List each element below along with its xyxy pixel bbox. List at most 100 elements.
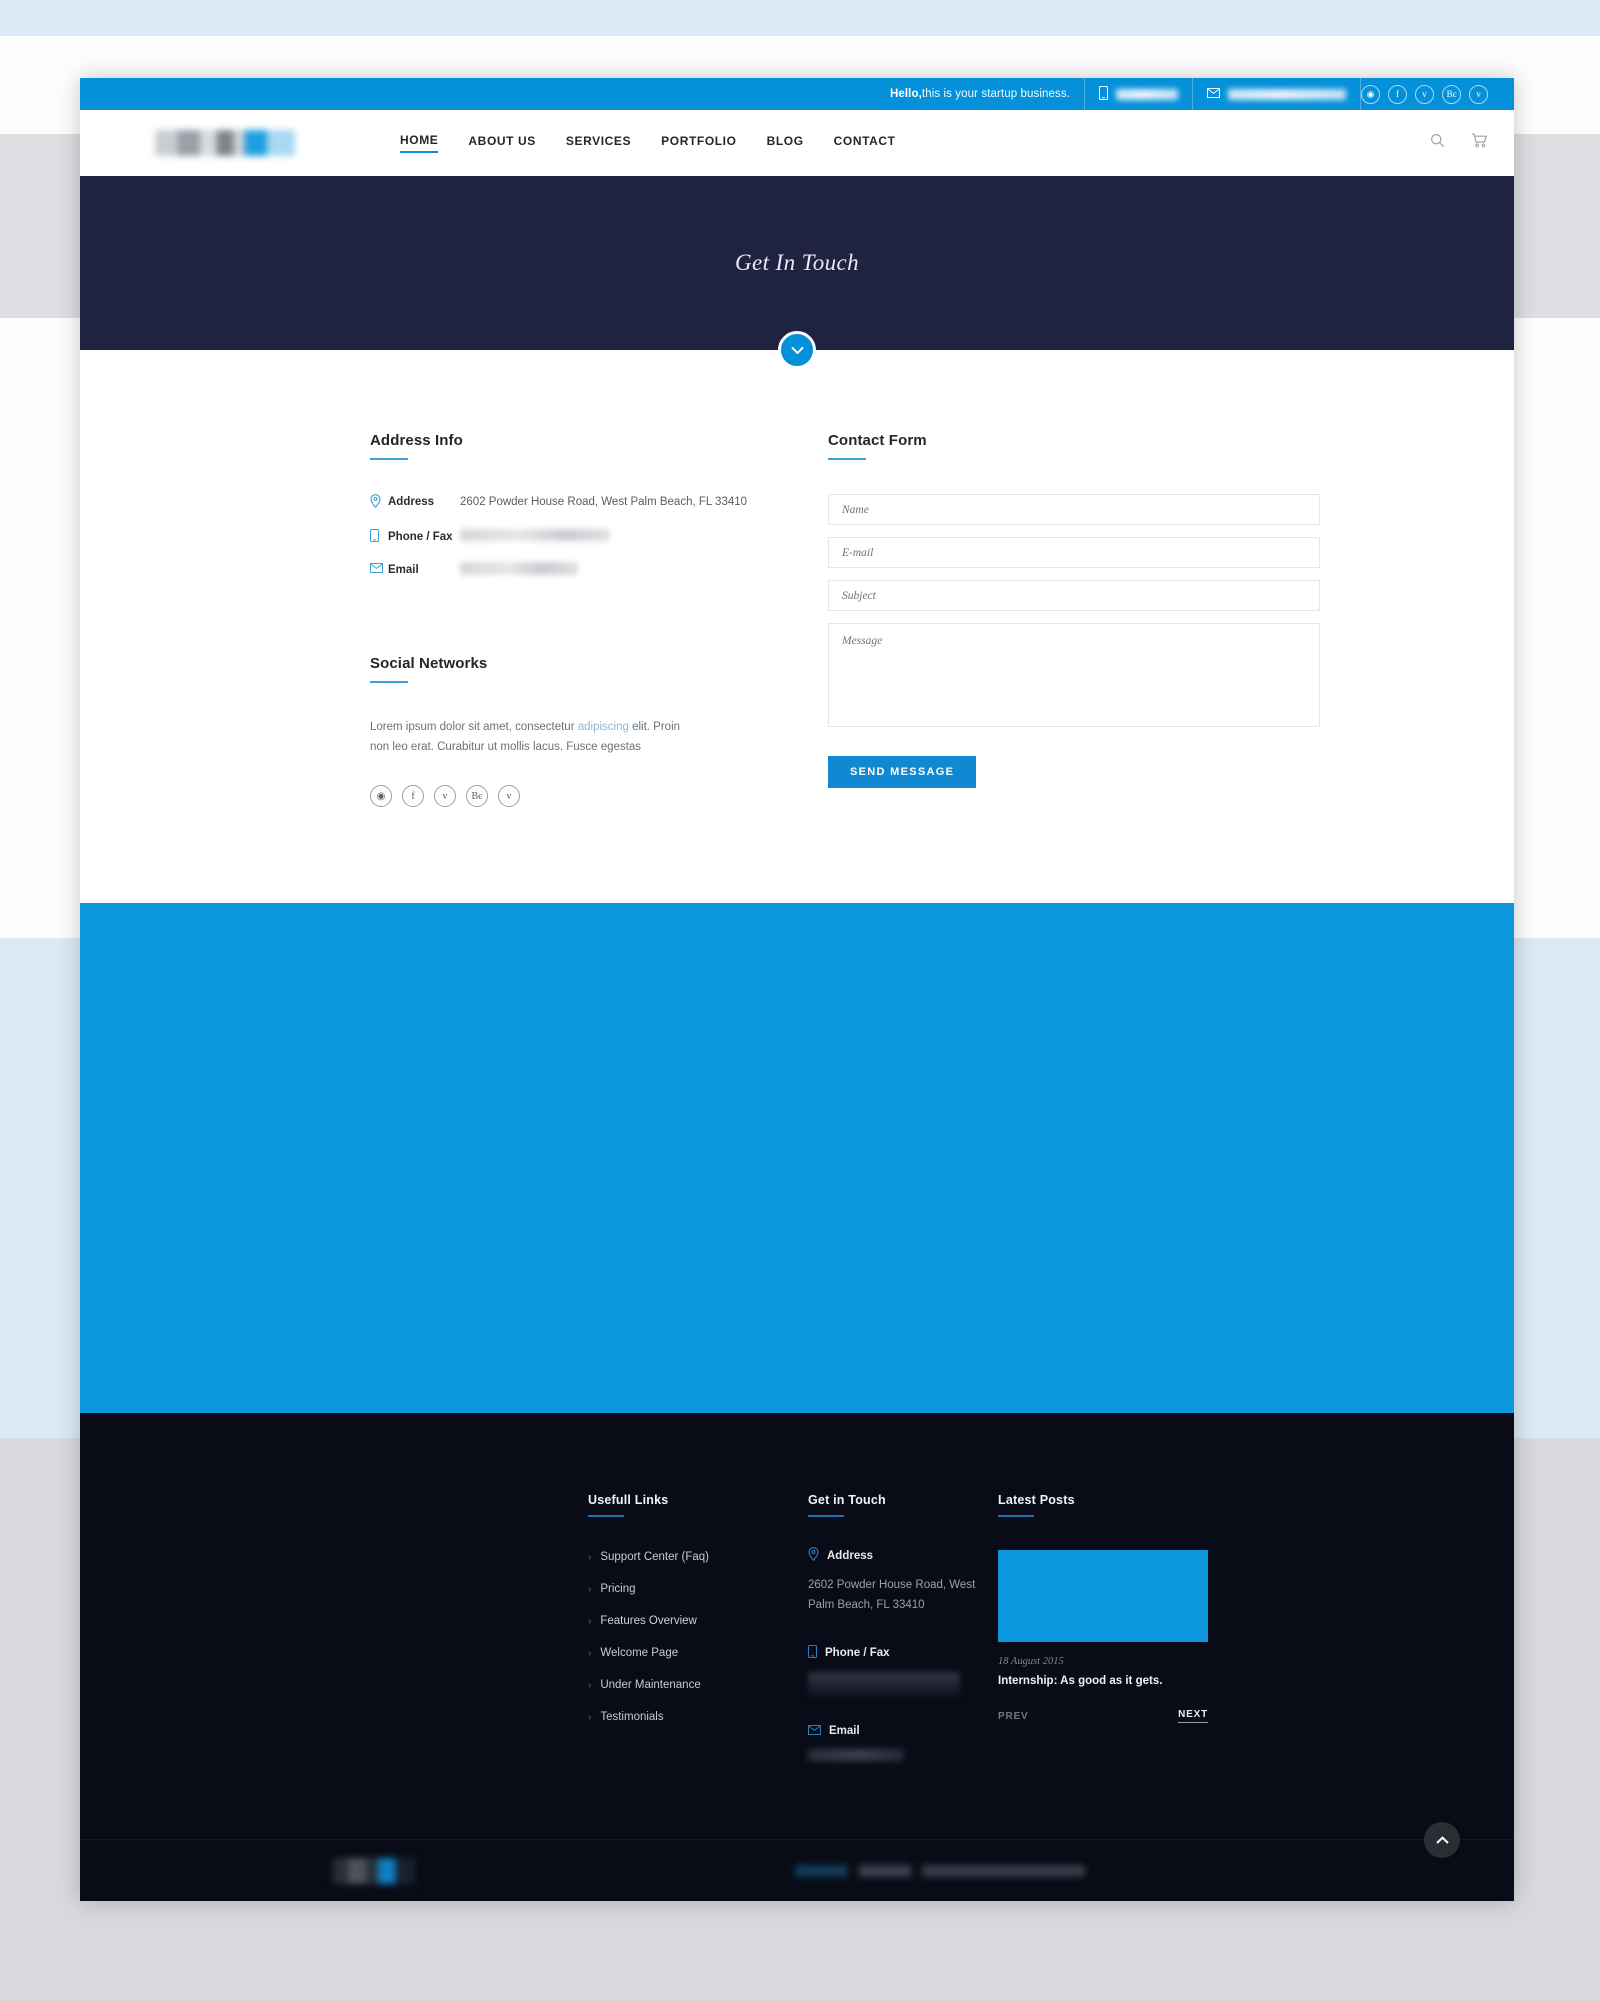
footer-bottom-bar: [80, 1822, 1514, 1901]
footer-link-under-maintenance[interactable]: › Under Maintenance: [588, 1679, 808, 1691]
post-thumbnail[interactable]: [998, 1550, 1208, 1643]
social-icon-list: ◉ f ᴠ Bє v: [370, 785, 750, 808]
map-pin-icon: [808, 1547, 819, 1564]
contact-form-heading: Contact Form: [828, 432, 927, 449]
footer-link-pricing[interactable]: › Pricing: [588, 1583, 808, 1595]
heading-underline: [370, 458, 408, 460]
name-input[interactable]: [828, 494, 1320, 525]
link-label: Features Overview: [600, 1615, 697, 1628]
footer-link-features-overview[interactable]: › Features Overview: [588, 1615, 808, 1627]
nav-item-contact[interactable]: CONTACT: [834, 134, 896, 152]
top-bar-socials: ◉ f ᴠ Bє v: [1361, 78, 1514, 110]
behance-icon[interactable]: Bє: [1442, 84, 1461, 104]
footer-email-value: [808, 1749, 998, 1762]
promo-blue-band: [80, 903, 1514, 1414]
vimeo-icon[interactable]: v: [1469, 84, 1488, 104]
nav-item-services[interactable]: SERVICES: [566, 134, 631, 152]
mobile-phone-icon: [808, 1645, 817, 1661]
useful-links-list: › Support Center (Faq) › Pricing › Features…: [588, 1551, 808, 1723]
background-band-top: [0, 0, 1600, 36]
footer-logo-blurred[interactable]: [333, 1857, 415, 1884]
greeting-rest: this is your startup business.: [921, 88, 1070, 100]
map-pin-icon: [370, 494, 388, 513]
paragraph-part-1: Lorem ipsum dolor sit amet, consectetur: [370, 720, 578, 733]
behance-icon[interactable]: Bє: [466, 785, 488, 808]
post-title[interactable]: Internship: As good as it gets.: [998, 1675, 1208, 1687]
nav-item-about-us[interactable]: ABOUT US: [468, 134, 535, 152]
contact-form-column: Contact Form SEND MESSAGE: [828, 432, 1320, 807]
address-info-heading: Address Info: [370, 432, 463, 449]
footer-email-value-blurred: [808, 1749, 904, 1762]
useful-links-heading: Usefull Links: [588, 1493, 669, 1508]
greeting-bold: Hello,: [889, 88, 922, 100]
footer-useful-links: Usefull Links › Support Center (Faq) › Pri…: [588, 1493, 808, 1761]
link-label: Welcome Page: [600, 1647, 679, 1660]
facebook-icon[interactable]: f: [402, 785, 424, 808]
post-prev-button[interactable]: PREV: [998, 1711, 1028, 1722]
address-info-section: Address Info Address 2602 Powder House R…: [370, 432, 750, 581]
post-date: 18 August 2015: [998, 1656, 1064, 1668]
email-value: [460, 562, 750, 581]
email-value-blurred: [1228, 88, 1346, 100]
latest-posts-heading: Latest Posts: [998, 1493, 1075, 1508]
site-logo[interactable]: [80, 130, 370, 156]
send-message-button[interactable]: SEND MESSAGE: [828, 756, 977, 788]
address-info-list: Address 2602 Powder House Road, West Pal…: [370, 494, 750, 581]
chevron-right-icon: ›: [588, 1711, 592, 1723]
heading-underline: [808, 1515, 844, 1518]
footer-link-welcome-page[interactable]: › Welcome Page: [588, 1647, 808, 1659]
top-bar-phone[interactable]: [1084, 78, 1193, 110]
address-label: Address: [388, 496, 435, 508]
message-textarea[interactable]: [828, 623, 1320, 727]
main-navigation: HOME ABOUT US SERVICES PORTFOLIO BLOG CO…: [80, 110, 1514, 176]
chevron-up-icon: [1435, 1836, 1449, 1844]
nav-item-blog[interactable]: BLOG: [767, 134, 804, 152]
heading-underline: [998, 1515, 1034, 1518]
main-content: Address Info Address 2602 Powder House R…: [80, 350, 1514, 904]
link-label: Pricing: [600, 1583, 636, 1596]
email-row: Email: [370, 562, 750, 581]
footer-address-label-row: Address: [808, 1547, 998, 1564]
shopping-cart-icon[interactable]: [1471, 133, 1488, 153]
facebook-icon[interactable]: f: [1388, 84, 1407, 104]
twitter-icon[interactable]: ᴠ: [434, 785, 456, 808]
scroll-to-top-button[interactable]: [1424, 1822, 1460, 1859]
post-next-button[interactable]: NEXT: [1178, 1709, 1208, 1724]
social-networks-section: Social Networks Lorem ipsum dolor sit am…: [370, 654, 750, 808]
screenshot-stage: Hello, this is your startup business. ◉ …: [0, 0, 1600, 2001]
vimeo-icon[interactable]: v: [498, 785, 520, 808]
chevron-right-icon: ›: [588, 1647, 592, 1659]
dribbble-icon[interactable]: ◉: [1361, 84, 1380, 104]
dribbble-icon[interactable]: ◉: [370, 785, 392, 808]
heading-underline: [828, 458, 866, 460]
phone-value: [460, 528, 750, 547]
logo-image-blurred: [155, 130, 295, 156]
phone-label: Phone / Fax: [388, 530, 453, 543]
chevron-right-icon: ›: [588, 1583, 592, 1595]
email-input[interactable]: [828, 537, 1320, 568]
nav-item-portfolio[interactable]: PORTFOLIO: [661, 134, 736, 152]
phone-value-blurred: [460, 528, 610, 541]
paragraph-link[interactable]: adipiscing: [578, 721, 629, 733]
nav-item-home[interactable]: HOME: [400, 133, 439, 153]
footer-get-in-touch: Get in Touch Address 2602 Powder House R…: [808, 1493, 998, 1762]
site-footer: Usefull Links › Support Center (Faq) › Pri…: [80, 1413, 1514, 1902]
footer-link-testimonials[interactable]: › Testimonials: [588, 1711, 808, 1723]
footer-phone-value-blurred: [808, 1672, 960, 1695]
footer-address-label: Address: [827, 1549, 874, 1562]
search-icon[interactable]: [1430, 133, 1445, 153]
top-bar-greeting: Hello, this is your startup business.: [80, 78, 1084, 110]
chevron-down-icon: [790, 346, 804, 354]
social-networks-heading: Social Networks: [370, 654, 488, 672]
twitter-icon[interactable]: ᴠ: [1415, 84, 1434, 104]
top-bar-email[interactable]: [1193, 78, 1361, 110]
phone-value-blurred: [1116, 88, 1178, 100]
footer-email-label-row: Email: [808, 1724, 998, 1738]
scroll-down-button[interactable]: [778, 331, 816, 369]
heading-underline: [370, 680, 408, 683]
footer-link-support-center[interactable]: › Support Center (Faq): [588, 1551, 808, 1563]
footer-latest-posts: Latest Posts 18 August 2015 Internship: …: [998, 1493, 1208, 1761]
footer-columns: Usefull Links › Support Center (Faq) › Pri…: [80, 1493, 1514, 1762]
page-hero: Get In Touch: [80, 176, 1514, 369]
subject-input[interactable]: [828, 580, 1320, 611]
